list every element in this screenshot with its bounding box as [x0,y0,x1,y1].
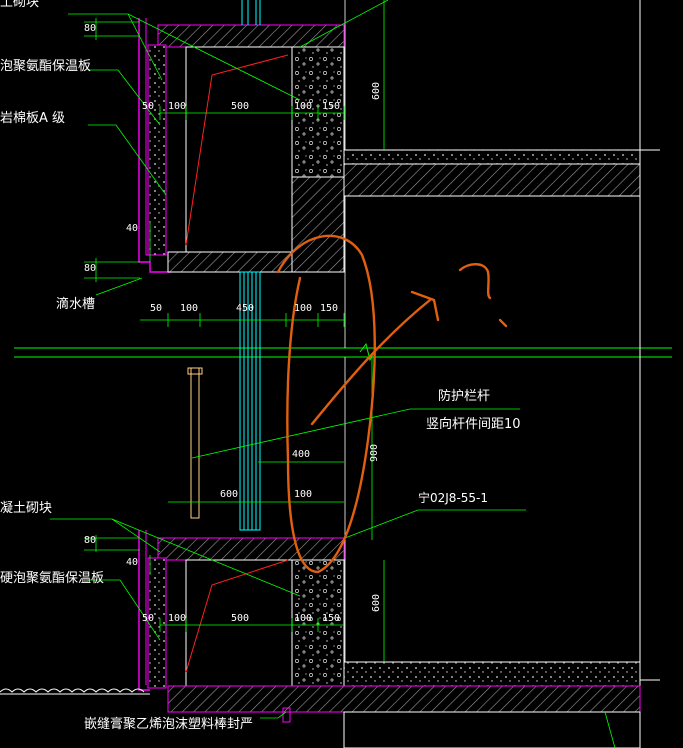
dim-150-bottom: 150 [322,613,341,624]
annotation-sealant: 嵌缝膏聚乙烯泡沫塑料棒封严 [84,717,254,732]
annotation-drip-groove: 滴水槽 [56,297,96,312]
dim-100-bottom-b: 100 [294,613,313,624]
dim-100-top-b: 100 [294,101,313,112]
dim-100-mid-b: 100 [294,303,313,314]
dim-500-top: 500 [231,101,250,112]
annotation-railing: 防护栏杆 [438,389,491,404]
annotation-railing-spacing: 竖向杆件间距10 [426,417,521,432]
dim-80-mid: 80 [84,263,97,274]
dim-450-mid: 450 [236,303,255,314]
cad-drawing-canvas: 土砌块 泡聚氨酯保温板 岩棉板A 级 滴水槽 防护栏杆 竖向杆件间距10 宁02… [0,0,683,748]
dim-100-bottom-a: 100 [168,613,187,624]
dim-80-top: 80 [84,23,97,34]
dim-500-bottom: 500 [231,613,250,624]
section-detail-drawing [0,0,672,748]
drain-pipe [187,367,203,519]
dim-150-mid: 150 [320,303,339,314]
dim-40-bottom: 40 [126,557,139,568]
annotation-block-bottom: 凝土砌块 [0,501,53,516]
dim-400: 400 [292,449,311,460]
dim-50-bottom: 50 [142,613,155,624]
bottom-window-assembly [0,530,641,748]
annotation-rockwool: 岩棉板A 级 [0,111,66,126]
dim-600-vertical-bottom: 600 [371,593,382,612]
dim-50-top: 50 [142,101,155,112]
dim-40-top: 40 [126,223,139,234]
dim-600-horizontal: 600 [220,489,239,500]
annotation-insulation-bottom: 硬泡聚氨酯保温板 [0,571,105,586]
dim-100-mid-a: 100 [180,303,199,314]
dim-80-bottom: 80 [84,535,97,546]
dim-100-mid-c: 100 [294,489,313,500]
annotation-insulation-top: 泡聚氨酯保温板 [0,59,92,74]
dim-600-vertical-top: 600 [371,81,382,100]
dim-100-top-a: 100 [168,101,187,112]
dim-900-vertical: 900 [369,443,380,462]
annotation-block-top: 土砌块 [0,0,40,10]
top-window-assembly [138,0,641,273]
annotation-standard-ref: 宁02J8-55-1 [418,491,489,505]
dim-150-top: 150 [322,101,341,112]
dim-50-mid: 50 [150,303,163,314]
